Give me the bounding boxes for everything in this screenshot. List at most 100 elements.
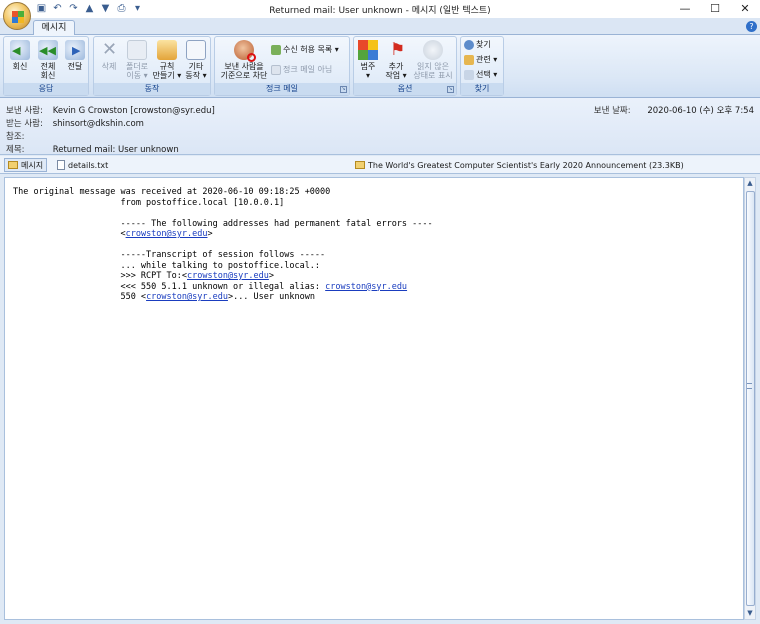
move-to-folder-button[interactable]: 폴더로 이동 ▾ — [123, 40, 151, 80]
minimize-button[interactable]: — — [670, 0, 700, 18]
safe-lists-button[interactable]: 수신 허용 목록 ▾ — [271, 45, 339, 55]
other-actions-button[interactable]: 기타 동작 ▾ — [182, 40, 210, 80]
other-actions-icon — [186, 40, 206, 60]
find-label: 찾기 — [476, 40, 491, 49]
from-label: 보낸 사람: — [6, 106, 43, 116]
binoculars-icon — [464, 40, 474, 50]
window-controls: — ☐ ✕ — [670, 0, 760, 18]
move-to-folder-icon — [127, 40, 147, 60]
group-junk-mail: 보낸 사람을 기준으로 차단 수신 허용 목록 ▾ 정크 메일 아님 정크 메일… — [214, 36, 350, 96]
subject-label: 제목: — [6, 145, 25, 155]
not-junk-icon — [271, 65, 281, 75]
sent-label: 보낸 날짜: — [593, 106, 631, 116]
not-junk-label: 정크 메일 아님 — [283, 65, 333, 74]
not-junk-button[interactable]: 정크 메일 아님 — [271, 65, 332, 75]
body-line: <crowston@syr.edu> — [13, 229, 735, 240]
reply-all-label: 전체 회신 — [40, 62, 56, 80]
email-link[interactable]: crowston@syr.edu — [187, 271, 269, 281]
mark-unread-icon — [423, 40, 443, 60]
group-find: 찾기 관련 ▾ 선택 ▾ 찾기 — [460, 36, 504, 96]
forward-icon: ▶ — [65, 40, 85, 60]
group-label-respond: 응답 — [4, 83, 88, 95]
group-label-find: 찾기 — [461, 83, 503, 95]
tab-message[interactable]: 메시지 — [33, 20, 75, 36]
office-button[interactable] — [3, 2, 31, 30]
subject-row: 제목: Returned mail: User unknown — [6, 143, 179, 155]
email-link[interactable]: crowston@syr.edu — [146, 292, 228, 302]
forward-label: 전달 — [67, 62, 83, 71]
body-line: ... while talking to postoffice.local.: — [13, 260, 321, 271]
email-link[interactable]: crowston@syr.edu — [325, 282, 407, 292]
email-link[interactable]: crowston@syr.edu — [126, 229, 208, 239]
message-body[interactable]: The original message was received at 202… — [4, 177, 744, 620]
text-file-icon — [57, 160, 65, 170]
delete-button[interactable]: ✕ 삭제 — [97, 40, 121, 72]
mark-unread-button[interactable]: 읽지 않은 상태로 표시 — [411, 40, 455, 80]
envelope-icon — [355, 161, 365, 169]
block-sender-button[interactable]: 보낸 사람을 기준으로 차단 — [217, 40, 271, 80]
reply-icon: ◀ — [10, 40, 30, 60]
junk-mail-dialog-launcher[interactable]: ↘ — [340, 86, 347, 93]
to-label: 받는 사람: — [6, 119, 43, 129]
sent-value: 2020-06-10 (수) 오후 7:54 — [647, 106, 754, 116]
envelope-icon — [8, 161, 18, 169]
attachment-message[interactable]: 메시지 — [4, 158, 48, 172]
help-icon[interactable]: ? — [746, 21, 757, 32]
scroll-thumb[interactable] — [746, 191, 755, 606]
body-blank-line — [13, 208, 735, 219]
attachment-label: 메시지 — [21, 160, 44, 170]
reply-label: 회신 — [12, 62, 28, 71]
close-button[interactable]: ✕ — [730, 0, 760, 18]
scroll-up-arrow[interactable]: ▲ — [745, 178, 755, 189]
cc-label: 참조: — [6, 132, 25, 142]
sent-row: 보낸 날짜: 2020-06-10 (수) 오후 7:54 — [594, 104, 754, 116]
mark-unread-label: 읽지 않은 상태로 표시 — [413, 62, 453, 80]
safe-lists-label: 수신 허용 목록 ▾ — [283, 45, 339, 54]
create-rule-icon — [157, 40, 177, 60]
ribbon-tab-strip: 메시지 ? — [0, 18, 760, 36]
block-sender-label: 보낸 사람을 기준으로 차단 — [220, 62, 268, 80]
body-blank-line — [13, 240, 735, 251]
group-actions: ✕ 삭제 폴더로 이동 ▾ 규칙 만들기 ▾ 기타 동작 ▾ 동작 — [93, 36, 211, 96]
maximize-button[interactable]: ☐ — [700, 0, 730, 18]
subject-value: Returned mail: User unknown — [52, 145, 179, 155]
forward-button[interactable]: ▶ 전달 — [63, 40, 87, 71]
message-header: 보낸 사람: Kevin G Crowston [crowston@syr.ed… — [0, 98, 760, 155]
follow-up-button[interactable]: ⚑ 추가 작업 ▾ — [381, 40, 411, 80]
attachment-label: The World's Greatest Computer Scientist'… — [368, 160, 684, 170]
body-text: 550 < — [13, 292, 147, 302]
body-line: -----Transcript of session follows ----- — [13, 250, 326, 260]
create-rule-button[interactable]: 규칙 만들기 ▾ — [152, 40, 182, 80]
select-button[interactable]: 선택 ▾ — [464, 70, 497, 80]
delete-label: 삭제 — [101, 62, 117, 71]
attachments-bar: 메시지 details.txt The World's Greatest Com… — [0, 156, 760, 174]
group-respond: ◀ 회신 ◀◀ 전체 회신 ▶ 전달 응답 — [3, 36, 89, 96]
categorize-button[interactable]: 범주 ▾ — [356, 40, 380, 80]
options-dialog-launcher[interactable]: ↘ — [447, 86, 454, 93]
follow-up-label: 추가 작업 ▾ — [385, 62, 407, 80]
categorize-icon — [358, 40, 378, 60]
to-value[interactable]: shinsort@dkshin.com — [53, 119, 144, 129]
reply-all-button[interactable]: ◀◀ 전체 회신 — [35, 40, 61, 80]
body-line: 550 <crowston@syr.edu>... User unknown — [13, 292, 735, 303]
related-button[interactable]: 관련 ▾ — [464, 55, 497, 65]
categorize-label: 범주 ▾ — [360, 62, 376, 80]
scroll-grip-icon — [747, 383, 752, 389]
window-title: Returned mail: User unknown - 메시지 (일반 텍스… — [269, 6, 491, 16]
to-row: 받는 사람: shinsort@dkshin.com — [6, 117, 144, 129]
body-line: from postoffice.local [10.0.0.1] — [13, 197, 285, 208]
from-value[interactable]: Kevin G Crowston [crowston@syr.edu] — [53, 106, 215, 116]
block-sender-icon — [234, 40, 256, 62]
attachment-label: details.txt — [68, 160, 109, 170]
body-line: <<< 550 5.1.1 unknown or illegal alias: … — [13, 282, 735, 293]
scroll-down-arrow[interactable]: ▼ — [745, 608, 755, 619]
body-line: >>> RCPT To:<crowston@syr.edu> — [13, 271, 735, 282]
attachment-details-txt[interactable]: details.txt — [54, 158, 111, 172]
attachment-announcement[interactable]: The World's Greatest Computer Scientist'… — [352, 158, 687, 172]
group-options: 범주 ▾ ⚑ 추가 작업 ▾ 읽지 않은 상태로 표시 옵션 ↘ — [353, 36, 457, 96]
reply-button[interactable]: ◀ 회신 — [8, 40, 32, 71]
vertical-scrollbar[interactable]: ▲ ▼ — [744, 177, 756, 620]
find-button[interactable]: 찾기 — [464, 40, 491, 50]
title-bar: ▣ ↶ ↷ ▲ ▼ ⎙ ▾ Returned mail: User unknow… — [0, 0, 760, 18]
flag-icon: ⚑ — [390, 40, 406, 60]
